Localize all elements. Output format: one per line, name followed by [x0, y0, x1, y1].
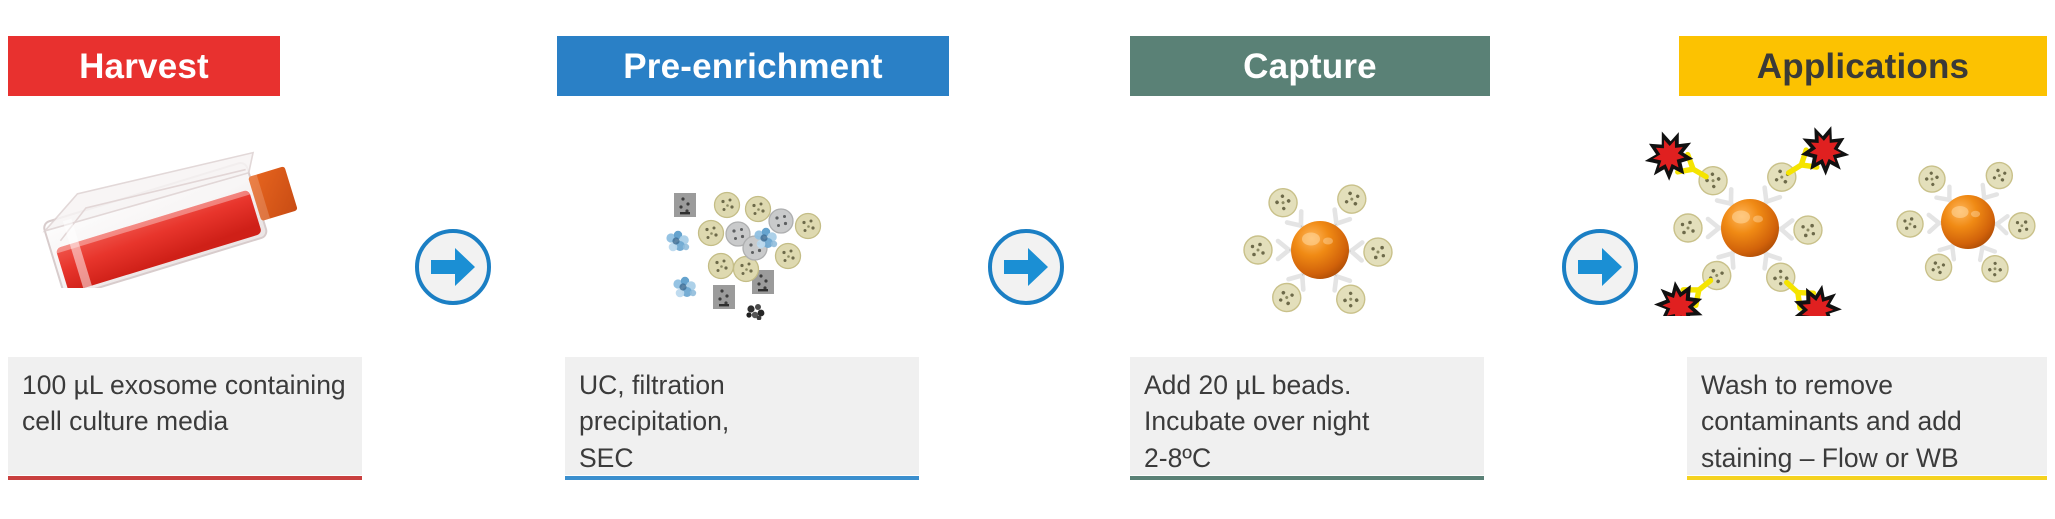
- stage-header-label: Pre-enrichment: [623, 46, 883, 86]
- arrow-right-circle-icon: [415, 229, 491, 305]
- artwork-vesicle-contaminant-mix: [610, 160, 880, 320]
- artwork-culture-flask: [20, 128, 320, 288]
- artwork-stained-bead-complex: [1630, 120, 1870, 316]
- stage-header-label: Applications: [1756, 46, 1970, 86]
- stage-header-applications: Applications: [1679, 36, 2047, 96]
- artwork-bead-antibody-complex: [1222, 172, 1418, 320]
- caption-rule-harvest: [8, 476, 362, 480]
- caption-pre-enrichment: UC, filtration precipitation, SEC: [565, 357, 919, 475]
- stage-header-label: Harvest: [79, 46, 209, 86]
- stage-header-pre-enrichment: Pre-enrichment: [557, 36, 949, 96]
- caption-rule-applications: [1687, 476, 2047, 480]
- arrow-right-circle-icon: [988, 229, 1064, 305]
- stage-header-harvest: Harvest: [8, 36, 280, 96]
- caption-applications: Wash to remove contaminants and add stai…: [1687, 357, 2047, 475]
- caption-rule-capture: [1130, 476, 1484, 480]
- stage-header-capture: Capture: [1130, 36, 1490, 96]
- stage-header-label: Capture: [1243, 46, 1377, 86]
- artwork-bead-complex-secondary: [1878, 148, 2055, 288]
- arrow-right-circle-icon: [1562, 229, 1638, 305]
- caption-rule-pre-enrichment: [565, 476, 919, 480]
- workflow-diagram: Harvest 100 µL exosome containing cell c…: [0, 0, 2055, 519]
- caption-capture: Add 20 µL beads. Incubate over night 2-8…: [1130, 357, 1484, 475]
- caption-harvest: 100 µL exosome containing cell culture m…: [8, 357, 362, 475]
